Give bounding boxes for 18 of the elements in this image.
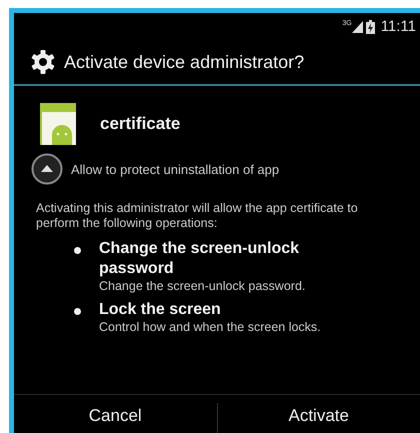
bullet-icon	[74, 247, 81, 254]
app-icon	[40, 103, 76, 145]
description-text: Activating this administrator will allow the app certificate to perform the following operations:	[36, 201, 359, 231]
bullet-icon	[74, 308, 81, 315]
settings-icon	[30, 49, 56, 75]
dialog-button[interactable]: Activate	[218, 395, 420, 430]
signal-icon	[352, 20, 363, 32]
collapse-icon[interactable]	[31, 153, 63, 185]
policy-detail: Change the screen-unlock password.	[99, 279, 306, 294]
clock: 11:11	[380, 18, 416, 35]
policy-title: Lock the screen	[99, 300, 222, 320]
toggle-label: Allow to protect uninstallation of app	[71, 162, 280, 176]
policy-detail: Control how and when the screen locks.	[99, 320, 322, 335]
dialog-button[interactable]: Cancel	[14, 395, 216, 430]
policy-title: Change the screen-unlock password	[99, 239, 300, 279]
dialog-title: Activate device administrator?	[64, 52, 304, 72]
app-name: certificate	[100, 114, 180, 134]
battery-icon	[366, 20, 375, 34]
